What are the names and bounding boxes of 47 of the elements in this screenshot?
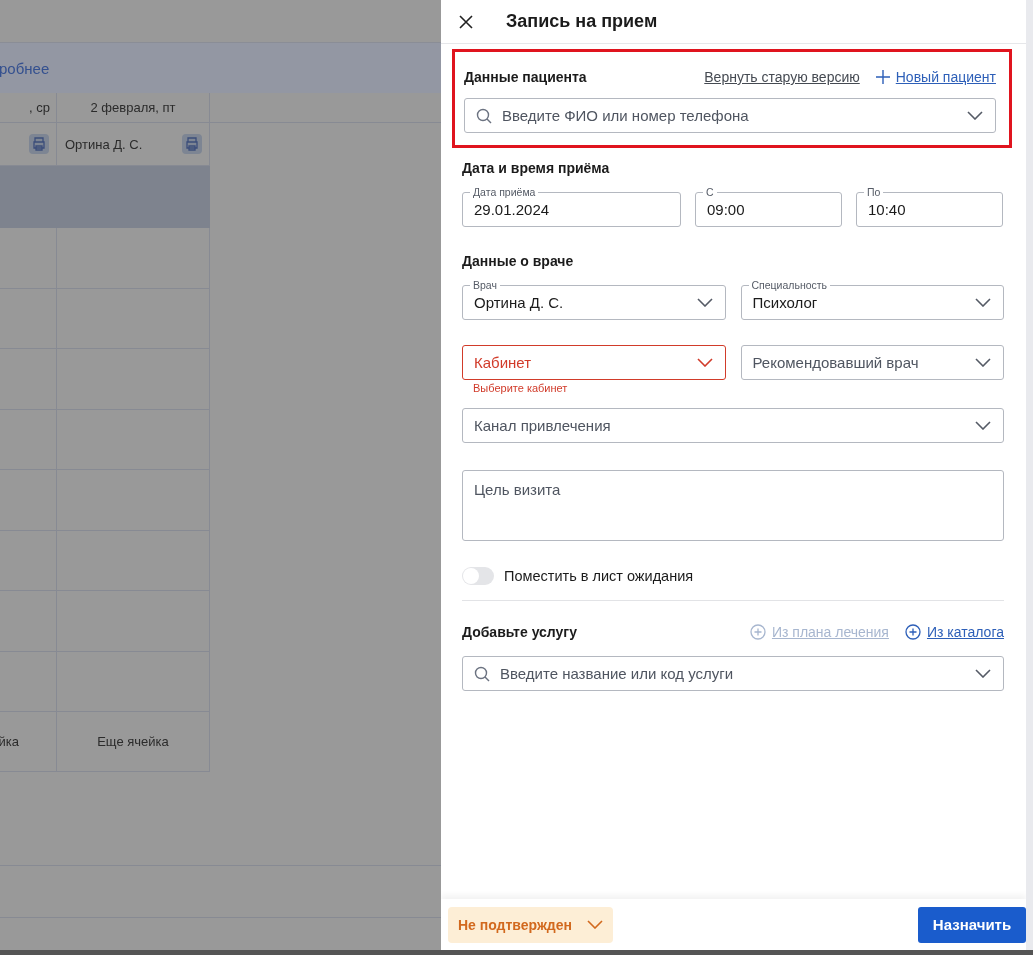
plus-circle-icon — [749, 624, 766, 640]
drawer-title: Запись на прием — [506, 11, 658, 32]
select-field[interactable]: Канал привлечения — [462, 408, 1004, 443]
toggle-switch[interactable] — [462, 567, 494, 585]
error-message: Выберите кабинет — [473, 382, 568, 394]
chevron-down-icon — [975, 669, 991, 678]
close-icon — [459, 14, 473, 29]
field-label: Дата приёма — [470, 186, 539, 198]
patient-search-field[interactable]: Введите ФИО или номер телефона — [464, 98, 996, 133]
field-label: Специальность — [748, 279, 831, 291]
section-title: Дата и время приёма — [462, 160, 611, 176]
select-field[interactable]: Кабинет — [462, 345, 726, 380]
chevron-down-icon — [975, 421, 991, 430]
column-header: 2 февраля, пт — [57, 93, 210, 122]
chevron-down-icon — [975, 358, 991, 367]
service-search-field[interactable]: Введите название или код услуги — [462, 656, 1004, 691]
section-title: Данные пациента — [464, 69, 587, 85]
column-header: , ср — [0, 93, 57, 122]
plus-icon — [875, 70, 890, 84]
field-label: Врач — [470, 279, 500, 291]
cell-text: Ортина Д. С. — [65, 136, 143, 152]
chevron-down-icon — [967, 111, 983, 120]
printer-icon[interactable] — [182, 134, 202, 154]
search-icon — [476, 107, 492, 124]
field-label: С — [703, 186, 717, 198]
table-cell — [0, 228, 57, 289]
new-patient-link[interactable]: Новый пациент — [895, 69, 996, 85]
section-title: Данные о враче — [462, 253, 575, 269]
service-link[interactable]: Из каталога — [926, 624, 1004, 640]
chevron-down-icon — [696, 298, 713, 307]
chevron-down-icon — [975, 298, 991, 307]
cell-text: Еще ячейка — [97, 734, 169, 749]
close-button[interactable] — [459, 14, 473, 29]
chevron-down-icon — [696, 358, 713, 367]
toggle-label: Поместить в лист ожидания — [504, 568, 694, 584]
plus-circle-icon — [904, 624, 921, 640]
assign-button[interactable]: Назначить — [918, 906, 1026, 943]
select-field[interactable]: Рекомендовавший врач — [740, 345, 1004, 380]
printer-icon[interactable] — [29, 134, 49, 154]
chevron-down-icon — [587, 920, 603, 929]
section-title: Добавьте услугу — [462, 624, 577, 640]
text-area[interactable]: Цель визита — [462, 470, 1004, 541]
cell-text: йка — [0, 734, 19, 749]
search-icon — [474, 665, 490, 682]
service-link: Из плана лечения — [771, 624, 889, 640]
field-label: По — [864, 186, 884, 198]
old-version-link[interactable]: Вернуть старую версию — [704, 69, 860, 85]
